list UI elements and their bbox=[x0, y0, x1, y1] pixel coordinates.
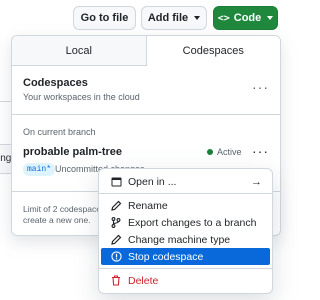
arrow-right-icon: → bbox=[251, 175, 262, 188]
codespaces-title: Codespaces bbox=[23, 77, 88, 89]
caret-down-icon bbox=[194, 16, 201, 20]
tab-codespaces[interactable]: Codespaces bbox=[145, 36, 280, 66]
trash-icon bbox=[110, 275, 122, 287]
add-file-label: Add file bbox=[147, 12, 189, 24]
go-to-file-button[interactable]: Go to file bbox=[73, 6, 136, 30]
menu-item-label: Stop codespace bbox=[128, 250, 204, 263]
menu-item-change-machine[interactable]: Change machine type bbox=[99, 231, 272, 248]
menu-item-rename[interactable]: Rename bbox=[99, 197, 272, 214]
menu-divider bbox=[99, 268, 272, 269]
codespace-status: Active bbox=[207, 147, 242, 157]
menu-item-label: Rename bbox=[128, 199, 168, 212]
menu-item-export-branch[interactable]: Export changes to a branch bbox=[99, 214, 272, 231]
codespace-context-menu: Open in ... → Rename Export changes to a… bbox=[98, 168, 273, 294]
git-branch-icon bbox=[110, 217, 122, 229]
tab-bar: Local Codespaces bbox=[12, 36, 280, 66]
status-label: Active bbox=[217, 147, 242, 157]
codespaces-subtitle: Your workspaces in the cloud bbox=[23, 92, 140, 102]
menu-divider bbox=[99, 193, 272, 194]
go-to-file-label: Go to file bbox=[80, 12, 129, 24]
section-divider bbox=[12, 114, 280, 115]
menu-item-open-in[interactable]: Open in ... → bbox=[99, 173, 272, 190]
menu-item-label: Open in ... bbox=[128, 175, 177, 188]
menu-item-label: Export changes to a branch bbox=[128, 216, 257, 229]
codespace-name[interactable]: probable palm-tree bbox=[23, 146, 122, 158]
caret-down-icon bbox=[267, 16, 274, 20]
pencil-icon bbox=[110, 234, 122, 246]
code-icon: <> bbox=[217, 12, 230, 24]
codespace-more-icon[interactable]: ··· bbox=[252, 143, 269, 159]
menu-item-stop-codespace[interactable]: Stop codespace bbox=[101, 248, 270, 265]
menu-item-label: Change machine type bbox=[128, 233, 231, 246]
branch-badge: main* bbox=[23, 163, 56, 176]
codespaces-more-icon[interactable]: ··· bbox=[252, 79, 269, 95]
menu-item-label: Delete bbox=[128, 274, 159, 287]
code-label: Code bbox=[233, 12, 262, 24]
code-button[interactable]: <> Code bbox=[213, 6, 278, 30]
pencil-icon bbox=[110, 200, 122, 212]
menu-item-delete[interactable]: Delete bbox=[99, 272, 272, 289]
tab-local[interactable]: Local bbox=[12, 36, 146, 65]
add-file-button[interactable]: Add file bbox=[141, 6, 207, 30]
current-branch-label: On current branch bbox=[23, 127, 96, 137]
stop-icon bbox=[110, 251, 122, 263]
status-dot-icon bbox=[207, 149, 213, 155]
browser-icon bbox=[110, 176, 122, 188]
